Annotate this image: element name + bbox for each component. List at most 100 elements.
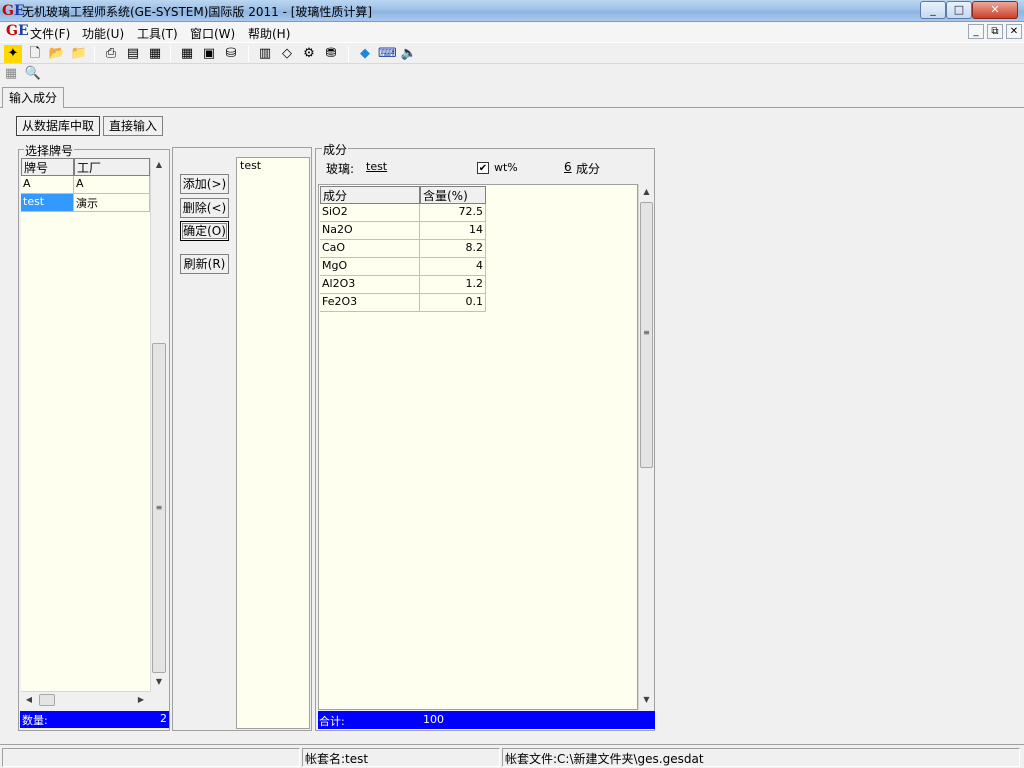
table-row-content[interactable]: 8.2: [420, 240, 486, 258]
speaker-icon[interactable]: 🔈: [400, 45, 418, 63]
toolbar: ✦ 🗋 📂 📁 ⎙ ▤ ▦ ▦ ▣ ⛁ ▥ ◇ ⚙ ⛃ ◆ ⌨ 🔈: [0, 42, 1024, 64]
title-bar[interactable]: GE 无机玻璃工程师系统(GE-SYSTEM)国际版 2011 - [玻璃性质计…: [0, 0, 1024, 22]
grip-icon: ≡: [155, 503, 163, 512]
glass-label: 玻璃:: [326, 162, 355, 176]
wt-percent-checkbox[interactable]: ✔: [477, 162, 489, 174]
report-icon[interactable]: ▦: [146, 45, 164, 63]
close-button[interactable]: ✕: [972, 1, 1018, 19]
brand-grid[interactable]: 牌号 工厂 A A test 演示: [21, 158, 150, 691]
folder-icon[interactable]: 📁: [70, 45, 88, 63]
book-icon[interactable]: ◆: [356, 45, 374, 63]
table-row-brand-selected[interactable]: test: [21, 194, 74, 212]
mdi-close-button[interactable]: ✕: [1006, 24, 1022, 39]
brand-count-bar: 数量: 2: [20, 711, 169, 728]
menu-function[interactable]: 功能(U): [82, 25, 124, 42]
open-folder-icon[interactable]: 📂: [48, 45, 66, 63]
selected-list[interactable]: test: [236, 157, 310, 729]
refresh-button[interactable]: 刷新(R): [180, 254, 229, 274]
table-row-component[interactable]: Fe2O3: [320, 294, 420, 312]
grid-view-icon[interactable]: ▦: [2, 65, 20, 83]
count-label: 数量:: [22, 714, 48, 727]
wt-percent-label: wt%: [494, 161, 518, 174]
config-icon[interactable]: ⚙: [300, 45, 318, 63]
component-count-label: 成分: [576, 162, 601, 176]
status-account-name: 帐套名:test: [302, 748, 500, 767]
scroll-down-icon[interactable]: ▼: [151, 677, 167, 686]
column-header-component[interactable]: 成分: [320, 186, 420, 204]
column-header-brand[interactable]: 牌号: [21, 158, 74, 176]
menu-window[interactable]: 窗口(W): [190, 25, 235, 42]
tab-strip: 输入成分: [0, 86, 1024, 108]
add-button[interactable]: 添加(>): [180, 174, 229, 194]
mdi-restore-button[interactable]: ⧉: [987, 24, 1003, 39]
grip-icon: ≡: [643, 328, 650, 337]
glass-name: test: [366, 160, 388, 173]
keyboard-icon[interactable]: ⌨: [378, 45, 397, 63]
confirm-button[interactable]: 确定(O): [180, 221, 229, 241]
composition-rows: SiO2 72.5 Na2O 14 CaO 8.2 MgO 4 Al2O3 1.…: [320, 204, 486, 312]
select-brand-label: 选择牌号: [24, 142, 75, 159]
scroll-down-icon[interactable]: ▼: [639, 695, 654, 704]
secondary-toolbar: ▦ 🔍: [0, 64, 1024, 84]
composition-total-bar: 合计: 100: [318, 711, 655, 729]
composition-vertical-scrollbar[interactable]: ▲ ≡ ▼: [638, 184, 654, 710]
menu-bar: GE 文件(F) 功能(U) 工具(T) 窗口(W) 帮助(H) _ ⧉ ✕: [0, 22, 1024, 42]
total-label: 合计:: [319, 715, 345, 728]
maximize-button[interactable]: □: [946, 1, 972, 19]
brand-horizontal-scrollbar[interactable]: ◀ ▶: [21, 691, 150, 708]
tab-input-composition[interactable]: 输入成分: [2, 87, 65, 108]
table-row-component[interactable]: Al2O3: [320, 276, 420, 294]
document-edit-icon[interactable]: ▤: [124, 45, 142, 63]
archive-icon[interactable]: ⛃: [322, 45, 340, 63]
status-account-file: 帐套文件:C:\新建文件夹\ges.gesdat: [502, 748, 1020, 767]
table-row-factory[interactable]: 演示: [74, 194, 150, 212]
run-icon[interactable]: ✦: [4, 45, 22, 63]
count-value: 2: [160, 712, 167, 725]
list-item[interactable]: test: [240, 159, 261, 172]
table-icon[interactable]: ▦: [178, 45, 196, 63]
column-header-content[interactable]: 含量(%): [420, 186, 486, 204]
table-row-component[interactable]: Na2O: [320, 222, 420, 240]
table-row-content[interactable]: 0.1: [420, 294, 486, 312]
status-panel-empty: [2, 748, 300, 767]
new-file-icon[interactable]: 🗋: [26, 45, 44, 63]
table-row-factory[interactable]: A: [74, 176, 150, 194]
app-logo-icon: GE: [2, 3, 25, 19]
scroll-up-icon[interactable]: ▲: [639, 187, 654, 196]
scroll-up-icon[interactable]: ▲: [151, 160, 167, 169]
total-value: 100: [423, 713, 444, 726]
status-bar: 帐套名:test 帐套文件:C:\新建文件夹\ges.gesdat: [0, 744, 1024, 768]
component-count: 6: [564, 160, 572, 174]
table-row-brand[interactable]: A: [21, 176, 74, 194]
mdi-minimize-button[interactable]: _: [968, 24, 984, 39]
table-row-content[interactable]: 1.2: [420, 276, 486, 294]
database-icon[interactable]: ⛁: [222, 45, 240, 63]
table-row-content[interactable]: 14: [420, 222, 486, 240]
menu-help[interactable]: 帮助(H): [248, 25, 290, 42]
menu-tools[interactable]: 工具(T): [137, 25, 178, 42]
composition-grid[interactable]: 成分 含量(%) SiO2 72.5 Na2O 14 CaO 8.2 MgO 4…: [318, 184, 638, 710]
minimize-button[interactable]: _: [920, 1, 946, 19]
window-title: 无机玻璃工程师系统(GE-SYSTEM)国际版 2011 - [玻璃性质计算]: [22, 5, 373, 19]
delete-button[interactable]: 删除(<): [180, 198, 229, 218]
form-icon[interactable]: ▣: [200, 45, 218, 63]
menu-file[interactable]: 文件(F): [30, 25, 70, 42]
calculator-icon[interactable]: ▥: [256, 45, 274, 63]
table-row-component[interactable]: CaO: [320, 240, 420, 258]
composition-label: 成分: [322, 141, 349, 158]
table-row-content[interactable]: 4: [420, 258, 486, 276]
search-document-icon[interactable]: 🔍: [24, 65, 42, 83]
eraser-icon[interactable]: ◇: [278, 45, 296, 63]
table-row-component[interactable]: SiO2: [320, 204, 420, 222]
print-preview-icon[interactable]: ⎙: [102, 45, 120, 63]
scroll-thumb[interactable]: [39, 694, 55, 706]
brand-vertical-scrollbar[interactable]: ▲ ≡ ▼: [150, 158, 167, 691]
direct-input-button[interactable]: 直接输入: [103, 116, 164, 136]
table-row-component[interactable]: MgO: [320, 258, 420, 276]
column-header-factory[interactable]: 工厂: [74, 158, 150, 176]
from-database-button[interactable]: 从数据库中取: [16, 116, 101, 136]
mdi-logo-icon: GE: [6, 23, 29, 39]
table-row-content[interactable]: 72.5: [420, 204, 486, 222]
scroll-right-icon[interactable]: ▶: [136, 695, 146, 704]
scroll-left-icon[interactable]: ◀: [24, 695, 34, 704]
